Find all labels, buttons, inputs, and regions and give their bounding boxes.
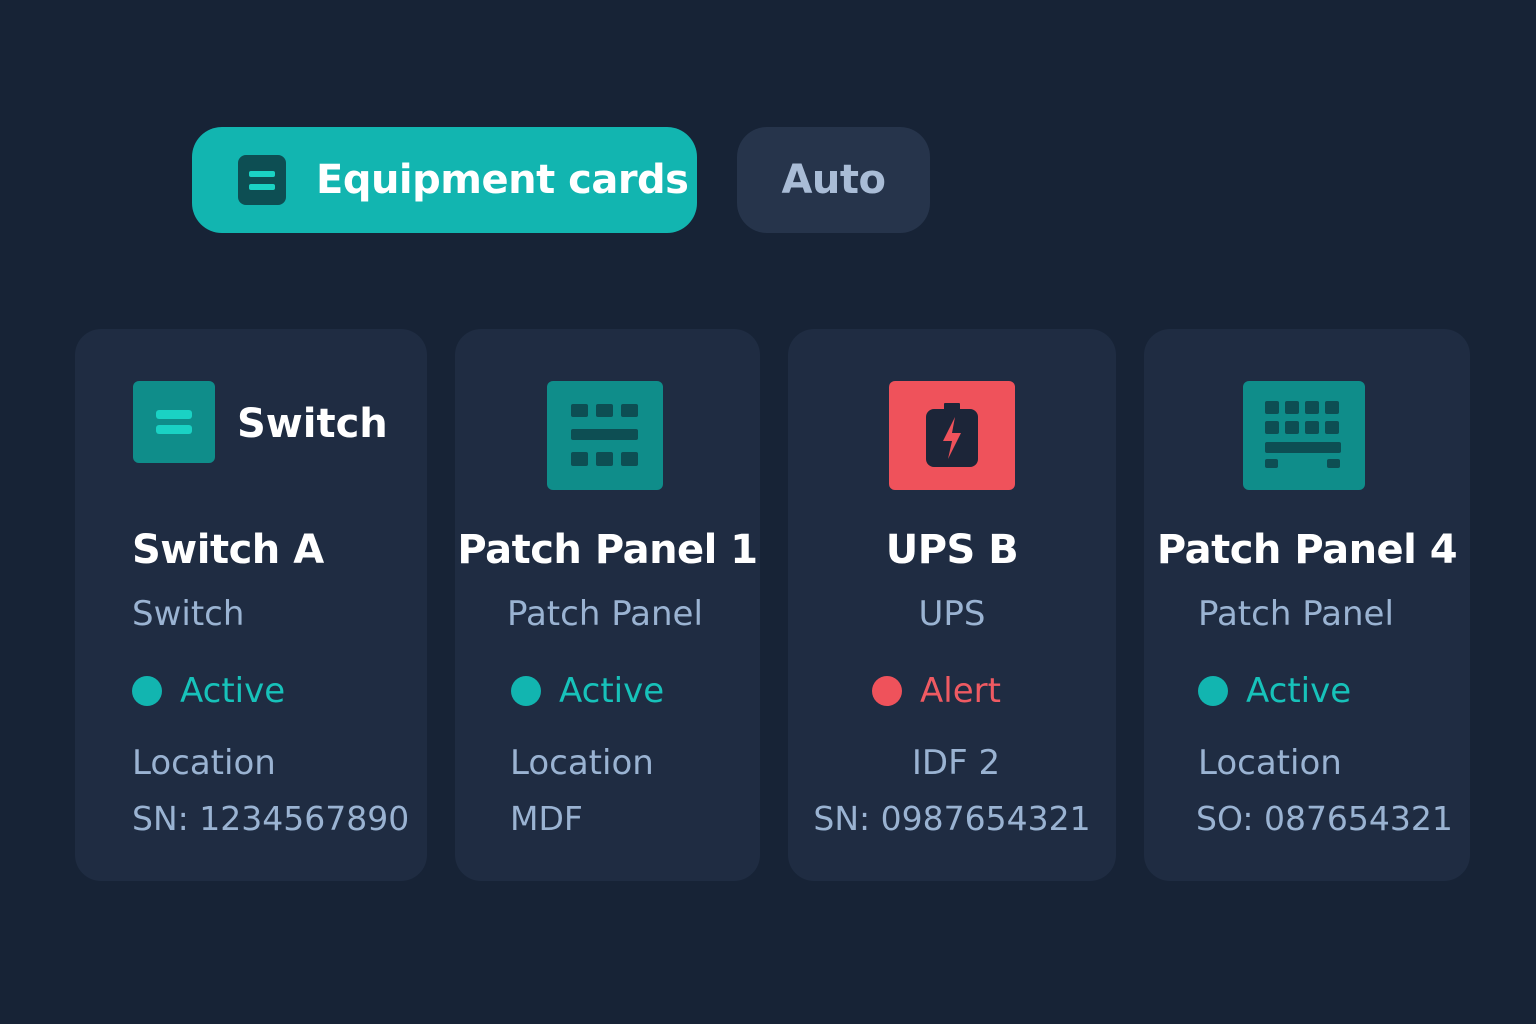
keyboard-patch-panel-icon <box>1243 381 1365 490</box>
auto-tab-label: Auto <box>781 157 886 203</box>
equipment-card[interactable]: Patch Panel 1 Patch Panel Active Locatio… <box>455 329 760 881</box>
status-label: Alert <box>920 671 1001 711</box>
card-name: Patch Panel 4 <box>1156 527 1458 573</box>
card-location: Location <box>132 743 276 783</box>
equipment-card[interactable]: Patch Panel 4 Patch Panel Active Locatio… <box>1144 329 1470 881</box>
list-icon <box>238 155 286 205</box>
card-location: Location <box>1198 743 1342 783</box>
card-type: Patch Panel <box>507 594 703 634</box>
status-label: Active <box>180 671 286 711</box>
card-serial: SN: 0987654321 <box>813 799 1091 838</box>
equipment-card[interactable]: Switch Switch A Switch Active Location S… <box>75 329 427 881</box>
card-serial: SN: 1234567890 <box>132 799 410 838</box>
patch-panel-icon <box>547 381 663 490</box>
card-name: Patch Panel 1 <box>457 527 758 573</box>
status-dot <box>511 676 541 706</box>
card-type-heading: Switch <box>237 401 388 447</box>
card-serial: MDF <box>510 799 583 838</box>
card-serial: SO: 087654321 <box>1196 799 1453 838</box>
status-label: Active <box>1246 671 1352 711</box>
card-type: Patch Panel <box>1198 594 1394 634</box>
equipment-cards-tab-label: Equipment cards <box>316 157 689 203</box>
card-location: Location <box>510 743 654 783</box>
card-type: UPS <box>918 594 986 634</box>
status-dot <box>132 676 162 706</box>
card-name: UPS B <box>885 527 1019 573</box>
status-indicator: Active <box>132 671 285 711</box>
status-dot <box>1198 676 1228 706</box>
equipment-cards-tab[interactable]: Equipment cards <box>192 127 697 233</box>
card-type: Switch <box>132 594 245 634</box>
status-label: Active <box>559 671 665 711</box>
status-indicator: Alert <box>872 671 1001 711</box>
switch-icon <box>133 381 215 463</box>
status-indicator: Active <box>511 671 664 711</box>
card-name: Switch A <box>132 527 324 573</box>
battery-bolt-icon <box>889 381 1015 490</box>
equipment-card[interactable]: UPS B UPS Alert IDF 2 SN: 0987654321 <box>788 329 1116 881</box>
status-indicator: Active <box>1198 671 1351 711</box>
card-location: IDF 2 <box>911 743 1001 783</box>
view-toolbar: Equipment cards Auto <box>192 127 930 233</box>
status-dot <box>872 676 902 706</box>
auto-tab[interactable]: Auto <box>737 127 930 233</box>
